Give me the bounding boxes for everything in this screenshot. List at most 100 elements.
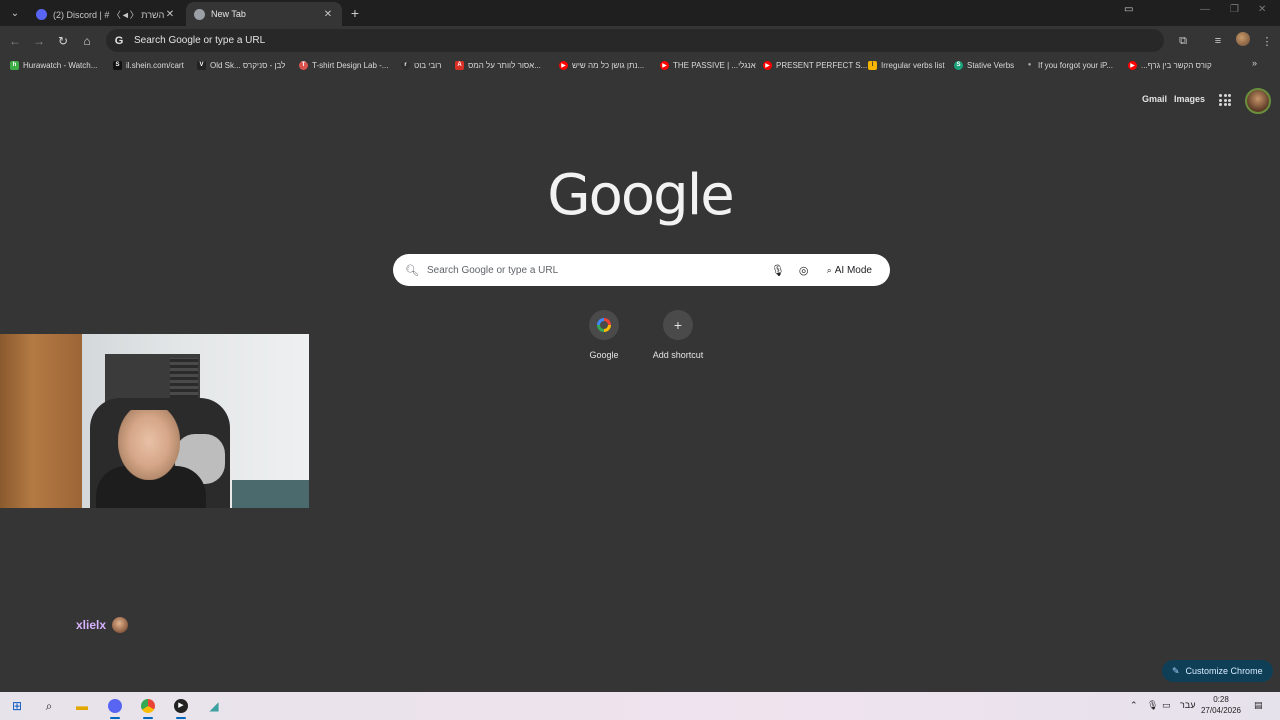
tab-new-tab[interactable]: New Tab ✕ bbox=[186, 2, 342, 26]
bookmark-favicon-icon: h bbox=[10, 60, 19, 70]
restore-icon[interactable]: ❐ bbox=[1230, 4, 1239, 15]
back-icon[interactable]: ← bbox=[6, 32, 24, 50]
google-g-icon: G bbox=[114, 34, 124, 47]
chrome-icon[interactable] bbox=[139, 697, 157, 715]
bookmark-label: If you forgot your iP... bbox=[1038, 60, 1114, 70]
profile-avatar[interactable] bbox=[1245, 88, 1271, 114]
bookmark-label: רובי בוט bbox=[414, 60, 442, 70]
bookmark-item[interactable]: ● If you forgot your iP... bbox=[1025, 58, 1113, 72]
shortcut-add[interactable]: + Add shortcut bbox=[638, 310, 718, 360]
network-icon[interactable]: ▭ bbox=[1162, 700, 1171, 711]
forward-icon[interactable]: → bbox=[30, 32, 48, 50]
new-tab-button[interactable]: + bbox=[346, 4, 364, 22]
bookmarks-overflow-chevron-icon[interactable]: » bbox=[1252, 58, 1257, 68]
search-box[interactable]: 🔍︎ 🎙︎ ◎ ⌕ AI Mode bbox=[393, 254, 890, 286]
search-icon: 🔍︎ bbox=[405, 264, 419, 277]
plus-icon: + bbox=[663, 310, 693, 340]
discord-icon[interactable] bbox=[106, 697, 124, 715]
taskbar-active-indicator bbox=[110, 717, 120, 719]
close-tab-icon[interactable]: ✕ bbox=[322, 9, 334, 20]
apple-icon: ● bbox=[1027, 62, 1032, 68]
bookmark-item[interactable]: ▶ ...קורס הקשר בין גרף bbox=[1128, 58, 1212, 72]
bookmark-item[interactable]: V Old Sk... לבן - סניקרס bbox=[197, 58, 285, 72]
bookmark-favicon-icon: A bbox=[455, 60, 464, 70]
windows-start-icon[interactable]: ⊞ bbox=[8, 697, 26, 715]
ai-mode-label: AI Mode bbox=[834, 264, 872, 276]
bookmark-item[interactable]: A אסור לוותר על המס... bbox=[455, 58, 541, 72]
tab-discord[interactable]: (2) Discord | # 〈◄〉 עני-השרת ✕ bbox=[28, 2, 184, 26]
bookmark-favicon-icon: r bbox=[401, 60, 410, 70]
google-lens-icon[interactable]: ◎ bbox=[795, 261, 813, 279]
bookmark-label: THE PASSIVE | ...אנגלי bbox=[673, 60, 756, 70]
tab-search-chevron-icon[interactable]: ⌄ bbox=[6, 4, 24, 22]
ai-mode-button[interactable]: ⌕ AI Mode bbox=[821, 259, 878, 281]
bookmark-label: ...קורס הקשר בין גרף bbox=[1141, 60, 1212, 70]
toolbar-profile-avatar[interactable] bbox=[1236, 32, 1250, 46]
bookmark-label: Hurawatch - Watch... bbox=[23, 60, 98, 70]
bookmark-item[interactable]: ▶ נתן גושן כל מה שיש... bbox=[559, 58, 644, 72]
taskbar-active-indicator bbox=[143, 717, 153, 719]
bookmark-item[interactable]: S il.shein.com/cart bbox=[113, 58, 184, 72]
bookmark-label: PRESENT PERFECT S... bbox=[776, 60, 868, 70]
youtube-icon: ▶ bbox=[660, 60, 669, 70]
search-input[interactable] bbox=[427, 264, 761, 276]
bookmark-item[interactable]: S Stative Verbs bbox=[954, 58, 1014, 72]
language-indicator[interactable]: עבר bbox=[1180, 700, 1195, 710]
bookmark-label: Irregular verbs list bbox=[881, 60, 945, 70]
discord-voice-user: xlielx bbox=[76, 617, 129, 633]
bookmark-label: il.shein.com/cart bbox=[126, 60, 184, 70]
bookmark-label: אסור לוותר על המס... bbox=[468, 60, 541, 70]
address-bar[interactable]: G Search Google or type a URL bbox=[106, 29, 1164, 52]
shortcut-tile bbox=[589, 310, 619, 340]
tab-strip: ⌄ (2) Discord | # 〈◄〉 עני-השרת ✕ New Tab… bbox=[0, 0, 1280, 26]
cast-icon[interactable]: ▭ bbox=[1124, 4, 1133, 15]
windows-taskbar: ⊞ ⌕ ▬ ▶ ◢ ⌃ 🎙︎ ▭ עבר ▤ bbox=[0, 692, 1280, 720]
minimize-icon[interactable]: — bbox=[1200, 4, 1210, 15]
bookmark-item[interactable]: T T-shirt Design Lab -... bbox=[299, 58, 388, 72]
bookmark-item[interactable]: ▶ PRESENT PERFECT S... bbox=[763, 58, 867, 72]
images-link[interactable]: Images bbox=[1174, 94, 1205, 104]
bookmark-item[interactable]: r רובי בוט bbox=[401, 58, 442, 72]
bookmark-label: נתן גושן כל מה שיש... bbox=[572, 60, 645, 70]
media-player-icon[interactable]: ▶ bbox=[172, 697, 190, 715]
bookmark-label: Stative Verbs bbox=[967, 60, 1015, 70]
bookmarks-bar: h Hurawatch - Watch... S il.shein.com/ca… bbox=[0, 56, 1280, 74]
google-apps-grid-icon[interactable] bbox=[1219, 94, 1231, 106]
menu-kebab-icon[interactable]: ⋮ bbox=[1258, 32, 1276, 50]
extensions-icon[interactable]: ⧉ bbox=[1174, 32, 1192, 50]
reload-icon[interactable]: ↻ bbox=[54, 32, 72, 50]
taskbar-clock[interactable]: 0:28 27/04/2026 bbox=[1196, 694, 1246, 716]
customize-chrome-button[interactable]: ✎ Customize Chrome bbox=[1162, 660, 1273, 682]
bookmark-favicon-icon: S bbox=[113, 60, 122, 70]
toolbar: ← → ↻ ⌂ G Search Google or type a URL ⧉ … bbox=[0, 26, 1280, 56]
microphone-icon[interactable]: 🎙︎ bbox=[1147, 700, 1158, 711]
close-tab-icon[interactable]: ✕ bbox=[164, 9, 176, 20]
webcam-wardrobe bbox=[0, 334, 82, 508]
taskbar-active-indicator bbox=[176, 717, 186, 719]
overlay-user-avatar bbox=[112, 617, 129, 633]
shortcut-label: Google bbox=[589, 350, 619, 360]
youtube-icon: ▶ bbox=[763, 60, 772, 70]
search-icon[interactable]: ⌕ bbox=[40, 697, 58, 715]
tab-title: New Tab bbox=[211, 9, 246, 19]
media-controls-icon[interactable]: ≡ bbox=[1209, 32, 1227, 50]
home-icon[interactable]: ⌂ bbox=[78, 32, 96, 50]
notifications-icon[interactable]: ▤ bbox=[1254, 700, 1263, 711]
youtube-icon: ▶ bbox=[1128, 60, 1137, 70]
gmail-link[interactable]: Gmail bbox=[1142, 94, 1167, 104]
bookmark-item[interactable]: I Irregular verbs list bbox=[868, 58, 945, 72]
tray-chevron-up-icon[interactable]: ⌃ bbox=[1130, 700, 1138, 711]
app-icon[interactable]: ◢ bbox=[205, 697, 223, 715]
bookmark-label: T-shirt Design Lab -... bbox=[312, 60, 389, 70]
webcam-bed bbox=[232, 480, 309, 508]
close-window-icon[interactable]: ✕ bbox=[1258, 4, 1266, 15]
bookmark-item[interactable]: ▶ THE PASSIVE | ...אנגלי bbox=[660, 58, 756, 72]
bookmark-item[interactable]: h Hurawatch - Watch... bbox=[10, 58, 97, 72]
pencil-icon: ✎ bbox=[1172, 665, 1180, 676]
shortcut-label: Add shortcut bbox=[652, 350, 704, 360]
shortcut-google[interactable]: Google bbox=[564, 310, 644, 360]
address-bar-placeholder: Search Google or type a URL bbox=[134, 35, 266, 46]
discord-icon bbox=[36, 8, 47, 20]
file-explorer-icon[interactable]: ▬ bbox=[73, 697, 91, 715]
microphone-icon[interactable]: 🎙︎ bbox=[769, 261, 787, 279]
